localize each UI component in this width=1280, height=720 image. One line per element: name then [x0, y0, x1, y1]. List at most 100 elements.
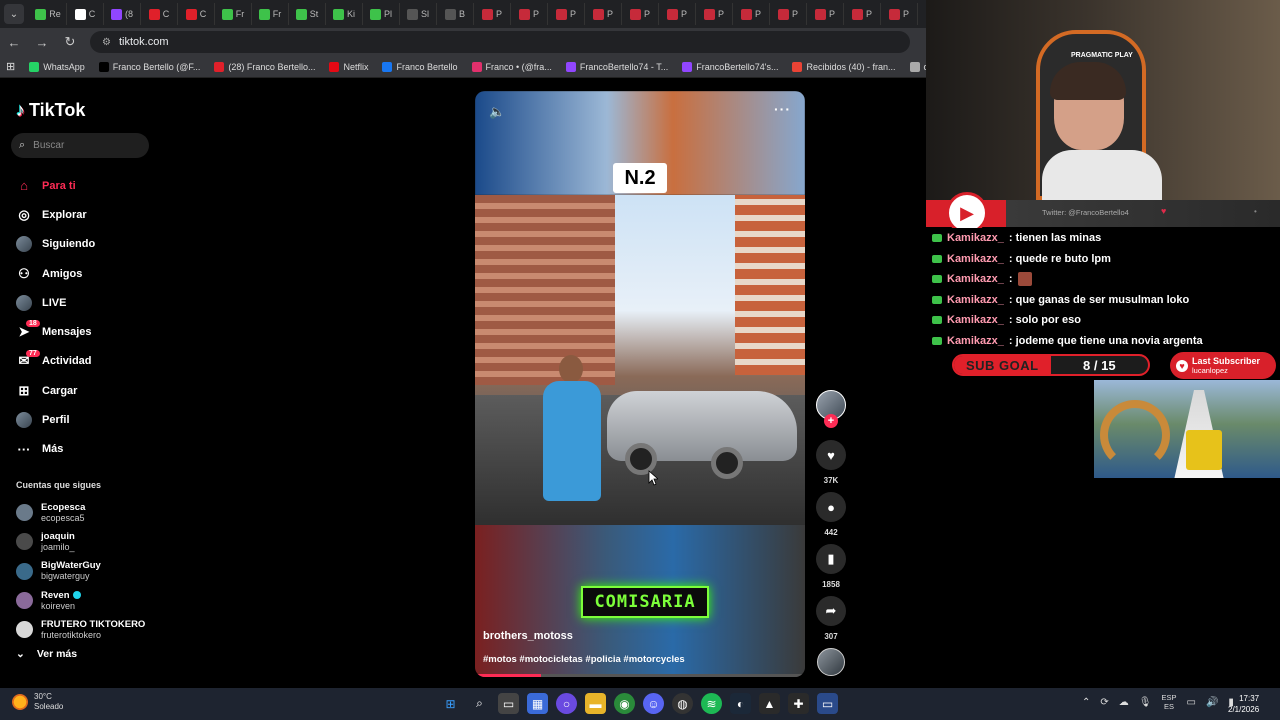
- browser-tab[interactable]: Sl: [400, 3, 437, 25]
- bookmark-item[interactable]: (28) Franco Bertello...: [214, 61, 315, 72]
- sync-icon[interactable]: ⟳: [1100, 697, 1108, 708]
- browser-tab[interactable]: Pl: [363, 3, 400, 25]
- language-indicator[interactable]: ESP ES: [1161, 693, 1176, 711]
- see-more-link[interactable]: ⌄ Ver más: [16, 648, 77, 660]
- store-icon[interactable]: ▦: [527, 693, 548, 714]
- browser-tab[interactable]: C: [178, 3, 215, 25]
- browser-tab[interactable]: C: [141, 3, 178, 25]
- video-hashtags[interactable]: #motos #motocicletas #policia #motorcycl…: [483, 654, 685, 665]
- browser-tab[interactable]: P: [511, 3, 548, 25]
- cloud-icon[interactable]: ☁: [1119, 697, 1129, 708]
- mouse-cursor-icon: [648, 470, 658, 486]
- nav-item-explorar[interactable]: ◎ Explorar: [16, 200, 156, 229]
- chrome-icon[interactable]: ◉: [614, 693, 635, 714]
- search-input[interactable]: ⌕ Buscar: [11, 133, 149, 158]
- browser-tab[interactable]: P: [844, 3, 881, 25]
- video-player[interactable]: N.2 COMISARIA 🔈 ··· brothers_motoss #mot…: [475, 91, 805, 677]
- browser-tab[interactable]: P: [622, 3, 659, 25]
- task-view-icon[interactable]: ▭: [498, 693, 519, 714]
- nav-item-perfil[interactable]: Perfil: [16, 405, 156, 434]
- url-field[interactable]: ⚙ tiktok.com: [90, 31, 910, 53]
- following-account[interactable]: joaquin joamilo_: [16, 527, 156, 556]
- obs-icon[interactable]: ◍: [672, 693, 693, 714]
- nav-item-para-ti[interactable]: ⌂ Para ti: [16, 171, 156, 200]
- forward-icon[interactable]: →: [34, 35, 50, 50]
- bookmark-item[interactable]: FrancoBertello74's...: [682, 61, 778, 72]
- building-right: [735, 195, 805, 375]
- volume-icon[interactable]: 🔊: [1206, 697, 1218, 708]
- app-icon[interactable]: ▲: [759, 693, 780, 714]
- browser-tab[interactable]: P: [770, 3, 807, 25]
- browser-tab[interactable]: Ki: [326, 3, 363, 25]
- nav-item-siguiendo[interactable]: Siguiendo: [16, 230, 156, 259]
- browser-tab[interactable]: P: [474, 3, 511, 25]
- browser-tab[interactable]: Fr: [252, 3, 289, 25]
- sound-disc-avatar[interactable]: [817, 648, 845, 676]
- nav-item-live[interactable]: LIVE: [16, 288, 156, 317]
- search-icon[interactable]: ⌕: [469, 693, 490, 714]
- comment-button[interactable]: ●: [816, 492, 846, 522]
- browser-tab[interactable]: P: [733, 3, 770, 25]
- network-icon[interactable]: ▭: [1187, 697, 1196, 708]
- video-progress-bar[interactable]: [475, 674, 805, 677]
- nav-item-mensajes[interactable]: ➤ 18 Mensajes: [16, 317, 156, 346]
- video-author[interactable]: brothers_motoss: [483, 630, 573, 642]
- app-icon[interactable]: ✚: [788, 693, 809, 714]
- bookmark-item[interactable]: Franco • (@fra...: [471, 61, 552, 72]
- bookmark-item[interactable]: outlook: [909, 61, 926, 72]
- like-button[interactable]: ♥: [816, 440, 846, 470]
- nav-item-más[interactable]: ··· Más: [16, 435, 156, 464]
- bookmark-item[interactable]: Franco Bertello (@F...: [98, 61, 200, 72]
- browser-tab[interactable]: P: [807, 3, 844, 25]
- volume-icon[interactable]: 🔈: [489, 104, 505, 120]
- discord-icon[interactable]: ☺: [643, 693, 664, 714]
- browser-tab[interactable]: Re: [30, 3, 67, 25]
- bookmark-item[interactable]: WhatsApp: [29, 61, 85, 72]
- file-explorer-icon[interactable]: ▬: [585, 693, 606, 714]
- save-button[interactable]: ▮: [816, 544, 846, 574]
- tiktok-logo[interactable]: ♪ TikTok: [16, 100, 85, 121]
- browser-tab[interactable]: P: [696, 3, 733, 25]
- chevron-up-icon[interactable]: ⌃: [1082, 697, 1090, 708]
- browser-tab[interactable]: (8: [104, 3, 141, 25]
- windows-start-icon[interactable]: ⊞: [440, 693, 461, 714]
- bookmark-item[interactable]: Franco Bertello: [382, 61, 458, 72]
- nav-item-label: Explorar: [42, 208, 87, 221]
- account-name-text: BigWaterGuy: [41, 560, 101, 572]
- back-icon[interactable]: ←: [6, 35, 22, 50]
- follow-plus-icon[interactable]: +: [824, 414, 838, 428]
- app-icon[interactable]: ▭: [817, 693, 838, 714]
- steam-icon[interactable]: ◐: [730, 693, 751, 714]
- browser-tab[interactable]: B: [437, 3, 474, 25]
- browser-tab[interactable]: C: [67, 3, 104, 25]
- following-account[interactable]: FRUTERO TIKTOKERO fruterotiktokero: [16, 615, 156, 644]
- browser-tab[interactable]: P: [659, 3, 696, 25]
- bookmark-item[interactable]: Netflix: [329, 61, 368, 72]
- apps-grid-icon[interactable]: ⊞: [6, 60, 15, 73]
- site-info-icon[interactable]: ⚙: [102, 37, 111, 48]
- spotify-icon[interactable]: ≋: [701, 693, 722, 714]
- following-account[interactable]: Reven koireven: [16, 586, 156, 615]
- tab-search-icon[interactable]: ⌄: [4, 4, 24, 24]
- share-button[interactable]: ➦: [816, 596, 846, 626]
- browser-tab[interactable]: St: [289, 3, 326, 25]
- browser-tab[interactable]: P: [585, 3, 622, 25]
- browser-tab[interactable]: P: [881, 3, 918, 25]
- browser-tab[interactable]: P: [548, 3, 585, 25]
- browser-tab[interactable]: Fr: [215, 3, 252, 25]
- bookmark-item[interactable]: Recibidos (40) - fran...: [792, 61, 896, 72]
- reload-icon[interactable]: ↻: [62, 34, 78, 50]
- more-options-icon[interactable]: ···: [774, 101, 791, 117]
- following-account[interactable]: Ecopesca ecopesca5: [16, 498, 156, 527]
- nav-item-actividad[interactable]: ✉ 77 Actividad: [16, 347, 156, 376]
- nav-item-amigos[interactable]: ⚇ Amigos: [16, 259, 156, 288]
- chevron-down-icon: ⌄: [16, 648, 25, 660]
- app-icon[interactable]: ○: [556, 693, 577, 714]
- nav-item-cargar[interactable]: ⊞ Cargar: [16, 376, 156, 405]
- system-clock[interactable]: 17:37 2/1/2026: [1228, 693, 1259, 715]
- weather-widget[interactable]: 30°C Soleado: [12, 692, 63, 712]
- sub-goal-value: 8 / 15: [1083, 357, 1116, 373]
- following-account[interactable]: BigWaterGuy bigwaterguy: [16, 557, 156, 586]
- microphone-icon[interactable]: 🎙: [1139, 697, 1152, 708]
- bookmark-item[interactable]: FrancoBertello74 - T...: [565, 61, 668, 72]
